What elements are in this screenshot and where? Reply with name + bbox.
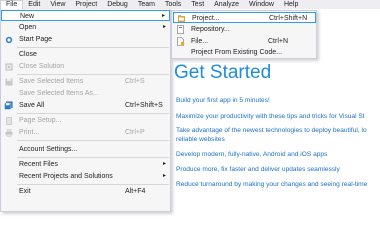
menu-item-save-selected[interactable]: Save Selected Items Ctrl+S — [1, 76, 170, 87]
menu-item-account-settings[interactable]: Account Settings... — [1, 144, 170, 155]
page-setup-icon — [4, 116, 13, 125]
submenu-item-project-from-existing-label: Project From Existing Code... — [191, 49, 283, 56]
start-link-first-app[interactable]: Build your first app in 5 minutes! — [176, 97, 270, 104]
start-link-mobile-apps[interactable]: Develop modern, fully-native, Android an… — [176, 151, 327, 158]
start-link-reliable-websites[interactable]: reliable websites — [176, 136, 225, 143]
start-page-icon — [4, 35, 13, 44]
repository-icon — [176, 25, 185, 34]
submenu-item-project-from-existing[interactable]: Project From Existing Code... — [173, 47, 316, 58]
submenu-item-file[interactable]: File... Ctrl+N — [173, 36, 316, 47]
menu-item-close[interactable]: Close — [1, 49, 170, 60]
menu-item-close-solution-label: Close Solution — [19, 63, 65, 70]
submenu-item-repository[interactable]: Repository... — [173, 24, 316, 35]
menu-item-exit-shortcut: Alt+F4 — [125, 188, 146, 195]
submenu-arrow-icon: ▸ — [161, 13, 165, 19]
menu-separator — [17, 113, 169, 114]
new-project-icon — [177, 14, 186, 23]
menu-separator — [17, 74, 169, 75]
menu-project[interactable]: Project — [70, 0, 102, 9]
menu-item-save-all-label: Save All — [19, 102, 45, 109]
new-file-icon — [176, 37, 185, 46]
menu-view[interactable]: View — [45, 0, 70, 9]
submenu-item-project[interactable]: Project... Ctrl+Shift+N — [173, 12, 316, 23]
menu-tools[interactable]: Tools — [160, 0, 186, 9]
menu-separator — [17, 157, 169, 158]
menu-item-save-selected-as-label: Save Selected Items As... — [19, 90, 99, 97]
start-link-turnaround[interactable]: Reduce turnaround by making your changes… — [176, 181, 367, 188]
close-solution-icon — [4, 62, 13, 71]
menu-file[interactable]: File — [0, 0, 24, 9]
print-icon — [4, 128, 13, 137]
submenu-item-file-label: File... — [191, 38, 209, 45]
menu-separator — [17, 47, 169, 48]
menu-team[interactable]: Team — [133, 0, 160, 9]
submenu-item-file-shortcut: Ctrl+N — [268, 38, 289, 45]
menu-debug[interactable]: Debug — [102, 0, 133, 9]
menu-item-print-shortcut: Ctrl+P — [125, 129, 145, 136]
menu-help[interactable]: Help — [279, 0, 303, 9]
menu-item-save-selected-as[interactable]: Save Selected Items As... — [1, 88, 170, 99]
menu-item-close-label: Close — [19, 51, 37, 58]
menu-separator — [17, 140, 169, 141]
menu-item-print[interactable]: Print... Ctrl+P — [1, 127, 170, 138]
menu-item-recent-projects-label: Recent Projects and Solutions — [19, 173, 113, 180]
menu-analyze[interactable]: Analyze — [209, 0, 244, 9]
menu-item-recent-files-label: Recent Files — [19, 161, 58, 168]
start-link-produce-more[interactable]: Produce more, fix faster and deliver upd… — [176, 166, 340, 173]
menu-edit[interactable]: Edit — [23, 0, 45, 9]
start-link-productivity[interactable]: Maximize your productivity with these ti… — [176, 113, 365, 120]
menu-item-save-selected-label: Save Selected Items — [19, 78, 84, 85]
menu-item-page-setup-label: Page Setup... — [19, 117, 62, 124]
submenu-arrow-icon: ▸ — [162, 161, 166, 167]
menu-item-close-solution[interactable]: Close Solution — [1, 61, 170, 72]
menubar: File Edit View Project Debug Team Tools … — [0, 0, 380, 9]
file-menu: New ▸ Open ▸ Start Page Close Close Solu… — [0, 9, 171, 212]
menu-item-save-selected-shortcut: Ctrl+S — [125, 78, 145, 85]
menu-item-account-settings-label: Account Settings... — [19, 146, 78, 153]
menu-item-exit-label: Exit — [19, 188, 31, 195]
menu-item-save-all-shortcut: Ctrl+Shift+S — [125, 102, 163, 109]
start-link-newest-tech[interactable]: Take advantage of the newest technologie… — [176, 127, 367, 134]
menu-item-page-setup[interactable]: Page Setup... — [1, 115, 170, 126]
menu-window[interactable]: Window — [244, 0, 279, 9]
new-submenu: Project... Ctrl+Shift+N Repository... Fi… — [171, 10, 317, 59]
submenu-arrow-icon: ▸ — [162, 173, 166, 179]
menu-item-start-page-label: Start Page — [19, 36, 53, 43]
menu-item-new[interactable]: New ▸ — [1, 10, 170, 21]
submenu-item-repository-label: Repository... — [191, 26, 230, 33]
menu-item-save-all[interactable]: Save All Ctrl+Shift+S — [1, 100, 170, 111]
menu-item-print-label: Print... — [19, 129, 40, 136]
submenu-item-project-label: Project... — [192, 15, 220, 22]
menu-item-recent-projects[interactable]: Recent Projects and Solutions ▸ — [1, 171, 170, 182]
menu-item-recent-files[interactable]: Recent Files ▸ — [1, 159, 170, 170]
menu-separator — [17, 184, 169, 185]
menu-item-exit[interactable]: Exit Alt+F4 — [1, 186, 170, 197]
submenu-item-project-shortcut: Ctrl+Shift+N — [269, 15, 308, 22]
save-icon — [4, 77, 13, 86]
menu-item-open[interactable]: Open ▸ — [1, 22, 170, 33]
save-all-icon — [4, 101, 13, 110]
submenu-arrow-icon: ▸ — [162, 24, 166, 30]
menu-item-open-label: Open — [19, 24, 37, 31]
menu-item-start-page[interactable]: Start Page — [1, 34, 170, 45]
menu-test[interactable]: Test — [186, 0, 209, 9]
menu-item-new-label: New — [20, 13, 35, 20]
get-started-heading: Get Started — [174, 62, 272, 83]
